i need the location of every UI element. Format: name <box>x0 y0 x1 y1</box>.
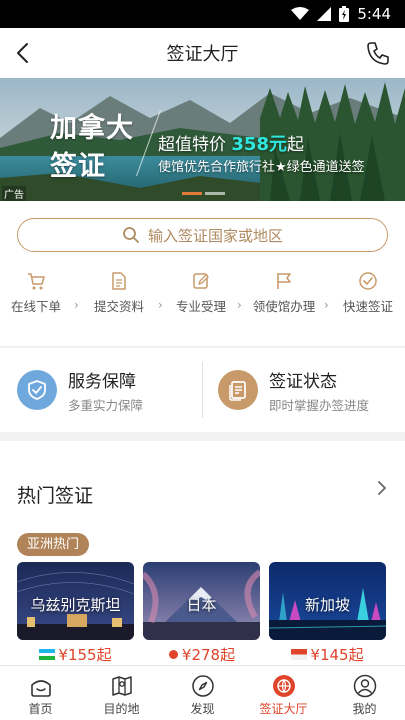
card-price-text: ¥145起 <box>310 646 364 664</box>
service-text: 签证状态 即时掌握办签进度 <box>269 367 369 414</box>
flag-icon <box>277 273 291 289</box>
service-visa-status[interactable]: 签证状态 即时掌握办签进度 <box>218 348 369 432</box>
search-input[interactable]: 输入签证国家或地区 <box>17 218 388 252</box>
wifi-icon <box>291 7 310 20</box>
step-label: 在线下单 <box>10 299 61 314</box>
tab-label: 发现 <box>190 702 215 716</box>
step-embassy-process[interactable]: 领使馆办理 <box>245 271 323 315</box>
ad-label: 广告 <box>2 186 26 201</box>
map-icon <box>111 676 132 696</box>
banner-price-line: 超值特价 358元起 <box>158 130 304 156</box>
visa-cards: 乌兹别克斯坦 ¥155起 日本 ¥278起 新加坡 ¥145起 <box>17 562 405 665</box>
card-image: 日本 <box>143 562 260 640</box>
banner-subtitle: 使馆优先合作旅行社★绿色通道送签 <box>158 160 365 175</box>
banner-pagination <box>182 192 225 195</box>
home-icon <box>30 680 51 697</box>
visa-card-japan[interactable]: 日本 ¥278起 <box>143 562 260 665</box>
card-price: ¥145起 <box>269 644 386 665</box>
banner-title-line1: 加拿大 <box>50 113 134 144</box>
service-text: 服务保障 多重实力保障 <box>68 367 143 414</box>
tab-visa-hall[interactable]: 签证大厅 <box>243 666 324 720</box>
card-image: 乌兹别克斯坦 <box>17 562 134 640</box>
card-price: ¥155起 <box>17 644 134 665</box>
tab-label: 我的 <box>352 702 377 716</box>
japan-flag-icon <box>168 650 178 659</box>
step-fast-visa[interactable]: 快速签证 <box>329 271 405 315</box>
card-country-name: 日本 <box>186 596 217 614</box>
back-arrow-icon[interactable] <box>12 41 36 65</box>
tab-label: 签证大厅 <box>259 702 308 716</box>
process-steps: 在线下单 › 提交资料 › 专业受理 › 领使馆办理 › 快速签证 <box>0 271 405 321</box>
banner-dot[interactable] <box>182 192 202 195</box>
uzbekistan-flag-icon <box>39 649 56 660</box>
tab-home[interactable]: 首页 <box>0 666 81 720</box>
search-section: 输入签证国家或地区 在线下单 › 提交资料 › 专业受理 › 领使馆办理 › 快… <box>0 201 405 346</box>
status-bar: 5:44 <box>0 0 405 28</box>
bottom-tab-bar: 首页 目的地 发现 签证大厅 我的 <box>0 665 405 720</box>
section-title: 热门签证 <box>17 485 94 507</box>
chevron-right-icon: › <box>237 298 242 312</box>
service-guarantee[interactable]: 服务保障 多重实力保障 <box>17 348 143 432</box>
visa-card-uzbekistan[interactable]: 乌兹别克斯坦 ¥155起 <box>17 562 134 665</box>
banner-price-value: 358元 <box>231 134 287 155</box>
banner-price-prefix: 超值特价 <box>158 135 226 155</box>
tab-discover[interactable]: 发现 <box>162 666 243 720</box>
visa-card-singapore[interactable]: 新加坡 ¥145起 <box>269 562 386 665</box>
step-professional-accept[interactable]: 专业受理 <box>162 271 240 315</box>
singapore-flag-icon <box>291 649 308 660</box>
tab-label: 目的地 <box>103 702 140 716</box>
banner-dot[interactable] <box>205 192 225 195</box>
step-label: 领使馆办理 <box>252 299 316 314</box>
card-price-text: ¥278起 <box>181 646 236 664</box>
card-price-text: ¥155起 <box>58 646 112 664</box>
search-icon <box>123 227 139 243</box>
card-image: 新加坡 <box>269 562 386 640</box>
check-circle-icon <box>359 272 377 290</box>
promo-banner[interactable]: 加拿大 签证 超值特价 358元起 使馆优先合作旅行社★绿色通道送签 广告 <box>0 78 405 201</box>
edit-icon <box>193 273 209 289</box>
service-subtitle: 即时掌握办签进度 <box>269 397 370 413</box>
cart-icon <box>28 273 45 290</box>
service-title: 签证状态 <box>269 371 337 392</box>
card-country-name: 新加坡 <box>304 596 350 614</box>
search-placeholder: 输入签证国家或地区 <box>147 226 283 245</box>
tab-profile[interactable]: 我的 <box>324 666 405 720</box>
banner-price-suffix: 起 <box>286 135 304 155</box>
banner-title-line2: 签证 <box>50 151 106 182</box>
step-submit-docs[interactable]: 提交资料 <box>80 271 158 315</box>
title-bar: 签证大厅 <box>0 28 405 78</box>
service-icon-circle <box>218 370 258 410</box>
region-tag[interactable]: 亚洲热门 <box>17 533 90 556</box>
document-icon <box>112 272 126 290</box>
page-title: 签证大厅 <box>166 44 239 65</box>
services-section: 服务保障 多重实力保障 签证状态 即时掌握办签进度 <box>0 348 405 432</box>
profile-icon <box>353 674 376 698</box>
chevron-right-icon[interactable] <box>375 479 389 497</box>
shield-check-icon <box>28 380 46 400</box>
signal-icon <box>317 7 332 21</box>
service-icon-circle <box>17 370 57 410</box>
compass-icon <box>191 675 214 697</box>
card-price: ¥278起 <box>143 644 260 665</box>
card-country-name: 乌兹别克斯坦 <box>30 596 121 614</box>
hot-visa-section: 热门签证 亚洲热门 乌兹别克斯坦 ¥155起 日本 ¥278起 新加坡 ¥145… <box>0 441 405 665</box>
phone-icon[interactable] <box>365 40 391 66</box>
tab-label: 首页 <box>28 702 53 716</box>
visa-globe-icon <box>272 675 295 697</box>
document-status-icon <box>229 381 246 401</box>
step-online-order[interactable]: 在线下单 <box>0 271 75 315</box>
tab-destination[interactable]: 目的地 <box>81 666 162 720</box>
services-divider <box>202 362 203 418</box>
battery-icon <box>339 6 350 22</box>
status-time: 5:44 <box>357 5 391 23</box>
service-subtitle: 多重实力保障 <box>68 397 144 413</box>
step-label: 提交资料 <box>93 299 144 314</box>
step-label: 专业受理 <box>175 299 226 314</box>
chevron-right-icon: › <box>74 298 79 312</box>
service-title: 服务保障 <box>68 371 136 392</box>
step-label: 快速签证 <box>342 299 393 314</box>
